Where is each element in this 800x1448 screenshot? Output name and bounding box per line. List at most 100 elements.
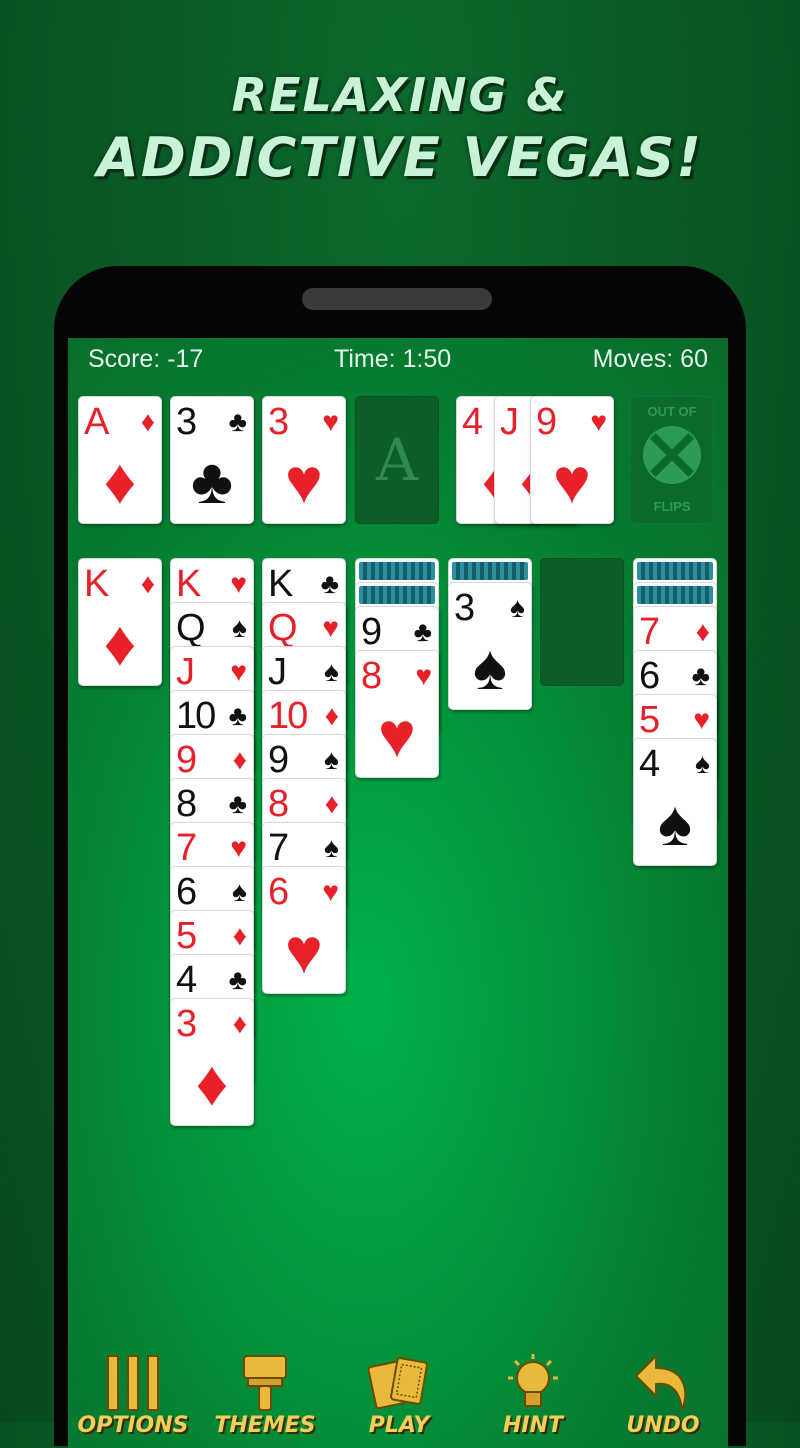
tableau-card[interactable]: 6 ♥ ♥: [262, 866, 346, 994]
options-icon: [107, 1355, 159, 1411]
card-rank: 4: [176, 959, 197, 1001]
card-suit-large: ♣: [191, 445, 233, 517]
themes-label: THEMES: [214, 1413, 316, 1438]
card-rank: 3: [268, 401, 289, 443]
undo-button[interactable]: UNDO: [598, 1344, 728, 1448]
themes-button[interactable]: THEMES: [200, 1344, 330, 1448]
stock-pile[interactable]: OUT OF FLIPS: [630, 396, 714, 524]
card-suit-small: ♦: [232, 744, 247, 775]
play-cards-icon: [368, 1357, 428, 1410]
card-rank: 6: [176, 871, 197, 913]
card-suit-large: ♦: [195, 1047, 229, 1119]
card-rank: K: [176, 563, 201, 605]
card-suit-large: ♦: [103, 445, 137, 517]
card-rank: 7: [268, 827, 289, 869]
waste-card[interactable]: 9 ♥ ♥: [530, 396, 614, 524]
card-rank: 9: [268, 739, 289, 781]
card-suit-small: ♥: [230, 656, 247, 687]
card-suit-small: ♣: [228, 788, 247, 819]
tableau-empty-slot[interactable]: [540, 558, 624, 686]
card-suit-small: ♠: [510, 592, 525, 623]
card-suit-small: ♦: [232, 920, 247, 951]
card-suit-small: ♦: [140, 406, 155, 437]
tableau-card[interactable]: 3 ♦ ♦: [170, 998, 254, 1126]
card-rank: 3: [176, 1003, 197, 1045]
card-suit-small: ♦: [695, 616, 710, 647]
card-suit-large: ♦: [103, 607, 137, 679]
card-rank: 9: [176, 739, 197, 781]
time-label: Time: 1:50: [334, 345, 452, 373]
card-suit-small: ♠: [232, 612, 247, 643]
card-rank: 5: [639, 699, 660, 741]
card-rank: Q: [176, 607, 206, 649]
options-button[interactable]: OPTIONS: [68, 1344, 198, 1448]
card-suit-large: ♥: [378, 699, 416, 771]
phone-frame: Score: -17 Time: 1:50 Moves: 60 A ♦ ♦ 3 ♣ ♣ 3 ♥…: [54, 266, 746, 1448]
card-suit-small: ♠: [324, 744, 339, 775]
card-suit-small: ♠: [232, 876, 247, 907]
stock-status-line1: OUT OF: [647, 404, 697, 419]
card-rank: 3: [176, 401, 197, 443]
card-rank: 10: [268, 695, 308, 737]
card-rank: 9: [361, 611, 382, 653]
card-suit-small: ♣: [413, 616, 432, 647]
headline-line-1: RELAXING &: [231, 68, 569, 122]
card-suit-small: ♦: [140, 568, 155, 599]
game-screen: Score: -17 Time: 1:50 Moves: 60 A ♦ ♦ 3 ♣ ♣ 3 ♥…: [68, 338, 728, 1448]
card-suit-small: ♣: [691, 660, 710, 691]
card-rank: 9: [536, 401, 557, 443]
tableau-card[interactable]: K ♦ ♦: [78, 558, 162, 686]
foundation-card[interactable]: 3 ♣ ♣: [170, 396, 254, 524]
card-rank: 4: [639, 743, 660, 785]
card-suit-small: ♥: [230, 832, 247, 863]
foundation-empty-slot[interactable]: A: [355, 396, 439, 524]
card-rank: 7: [176, 827, 197, 869]
card-suit-small: ♥: [322, 406, 339, 437]
hint-button[interactable]: HINT: [468, 1344, 598, 1448]
card-rank: A: [84, 401, 109, 443]
card-rank: 3: [454, 587, 475, 629]
out-of-flips-icon: [643, 426, 701, 484]
hint-lightbulb-icon: [508, 1354, 558, 1407]
card-suit-small: ♣: [320, 568, 339, 599]
themes-brush-icon: [243, 1355, 287, 1411]
undo-label: UNDO: [626, 1413, 700, 1438]
tableau-card[interactable]: 8 ♥ ♥: [355, 650, 439, 778]
bottom-toolbar: OPTIONS THEMES PLAY HINT UNDO: [68, 1338, 728, 1448]
card-rank: 5: [176, 915, 197, 957]
card-rank: J: [500, 401, 519, 443]
tableau-card[interactable]: 3 ♠ ♠: [448, 582, 532, 710]
tableau-card[interactable]: 4 ♠ ♠: [633, 738, 717, 866]
card-rank: 8: [361, 655, 382, 697]
card-rank: Q: [268, 607, 298, 649]
moves-label: Moves: 60: [592, 345, 708, 373]
card-rank: 7: [639, 611, 660, 653]
card-rank: 10: [176, 695, 216, 737]
undo-arrow-icon: [635, 1355, 687, 1411]
card-suit-large: ♥: [553, 445, 591, 517]
phone-speaker: [302, 288, 492, 310]
foundation-card[interactable]: 3 ♥ ♥: [262, 396, 346, 524]
card-rank: 6: [268, 871, 289, 913]
card-suit-large: ♠: [473, 631, 507, 703]
card-suit-small: ♣: [228, 700, 247, 731]
card-suit-small: ♥: [322, 612, 339, 643]
card-suit-small: ♦: [324, 788, 339, 819]
card-suit-small: ♦: [324, 700, 339, 731]
foundation-card[interactable]: A ♦ ♦: [78, 396, 162, 524]
card-suit-small: ♥: [230, 568, 247, 599]
card-suit-small: ♥: [693, 704, 710, 735]
stock-status-line2: FLIPS: [653, 499, 691, 514]
options-label: OPTIONS: [77, 1413, 189, 1438]
card-rank: 4: [462, 401, 483, 443]
card-rank: 8: [176, 783, 197, 825]
card-rank: J: [176, 651, 195, 693]
card-suit-small: ♠: [324, 656, 339, 687]
card-rank: K: [84, 563, 109, 605]
card-suit-small: ♥: [590, 406, 607, 437]
card-suit-small: ♥: [322, 876, 339, 907]
card-rank: 6: [639, 655, 660, 697]
play-button[interactable]: PLAY: [334, 1344, 464, 1448]
card-rank: K: [268, 563, 293, 605]
score-label: Score: -17: [88, 345, 204, 373]
